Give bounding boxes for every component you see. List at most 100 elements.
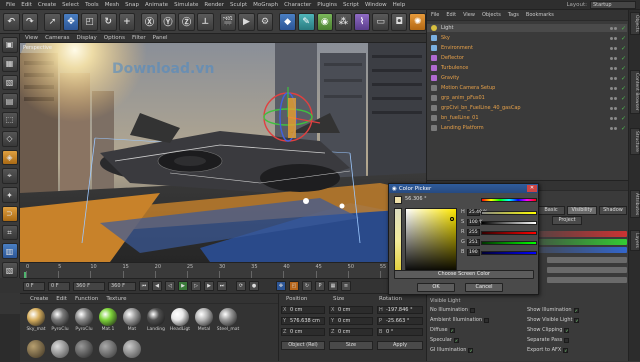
checkbox-show-illumination[interactable]: Show Illumination ✓ xyxy=(527,307,579,313)
render-visibility-dot[interactable] xyxy=(614,36,617,40)
r-field[interactable]: 255 xyxy=(467,229,480,236)
subdivision-icon[interactable]: ◉ xyxy=(316,12,334,31)
render-visibility-dot[interactable] xyxy=(614,96,617,100)
side-tab-attributes[interactable]: Attributes xyxy=(630,190,640,219)
checkbox-no-illumination[interactable]: No Illumination xyxy=(430,307,475,313)
tab-basic[interactable]: Basic xyxy=(537,206,565,215)
type-select[interactable] xyxy=(547,267,627,273)
editor-visibility-dot[interactable] xyxy=(610,126,613,130)
object-row[interactable]: Light ✓ xyxy=(427,24,627,32)
y-axis-icon[interactable]: Ⓨ xyxy=(159,12,177,31)
visibility-dots[interactable] xyxy=(610,56,617,60)
visibility-dots[interactable] xyxy=(610,106,617,110)
object-menu-view[interactable]: View xyxy=(461,12,477,18)
rot-b-field[interactable]: B0 ° xyxy=(377,328,423,336)
record-icon[interactable]: ● xyxy=(249,281,259,291)
menu-window[interactable]: Window xyxy=(362,2,390,8)
material-slot[interactable] xyxy=(98,340,118,358)
render-to-pv-icon[interactable]: ▶ xyxy=(238,12,255,31)
object-row[interactable]: Landing Platform ✓ xyxy=(427,124,627,132)
g-field[interactable]: 251 xyxy=(467,239,480,246)
z-axis-icon[interactable]: Ⓩ xyxy=(178,12,195,31)
deformer-icon[interactable]: ⌇ xyxy=(353,12,371,31)
menu-plugins[interactable]: Plugins xyxy=(314,2,340,8)
timeline[interactable]: 0510152025303540455055600 F xyxy=(20,262,426,278)
add-object-icon[interactable]: + xyxy=(118,12,136,31)
render-visibility-dot[interactable] xyxy=(614,66,617,70)
side-tab-content-browser[interactable]: Content Browser xyxy=(630,70,640,114)
end-frame-field[interactable]: 360 F xyxy=(73,281,105,291)
go-end-icon[interactable]: ⏭ xyxy=(217,281,227,291)
enabled-check-icon[interactable]: ✓ xyxy=(621,115,626,122)
checkbox-box[interactable] xyxy=(564,337,570,343)
material-slot[interactable]: PyroClu xyxy=(74,308,94,332)
material-slot[interactable] xyxy=(26,340,46,358)
keyframe-param-icon[interactable]: P xyxy=(315,281,325,291)
enabled-check-icon[interactable]: ✓ xyxy=(621,65,626,72)
max-frame-field[interactable]: 360 F xyxy=(108,281,136,291)
pen-icon[interactable]: ✎ xyxy=(297,12,315,31)
render-visibility-dot[interactable] xyxy=(614,56,617,60)
render-visibility-dot[interactable] xyxy=(614,76,617,80)
render-visibility-dot[interactable] xyxy=(614,26,617,30)
side-tab-objects[interactable]: Objects xyxy=(630,12,640,36)
intensity-slider[interactable] xyxy=(547,257,627,263)
camera-icon[interactable]: ◘ xyxy=(390,12,408,31)
editor-visibility-dot[interactable] xyxy=(610,36,613,40)
object-row[interactable]: bn_fuelLine_01 ✓ xyxy=(427,114,627,122)
render-visibility-dot[interactable] xyxy=(614,46,617,50)
color-picker-titlebar[interactable]: ◉ Color Picker ✕ xyxy=(389,184,538,193)
side-tab-layers[interactable]: Layers xyxy=(630,230,640,251)
viewport-menu-options[interactable]: Options xyxy=(104,35,125,41)
polygons-mode-icon[interactable]: ◈ xyxy=(1,149,18,166)
menu-snap[interactable]: Snap xyxy=(122,2,142,8)
g-slider[interactable] xyxy=(481,241,537,245)
visibility-dots[interactable] xyxy=(610,126,617,130)
material-menu-edit[interactable]: Edit xyxy=(56,296,67,302)
h-slider[interactable] xyxy=(481,211,537,215)
size-x-field[interactable]: X0 cm xyxy=(329,306,373,314)
menu-select[interactable]: Select xyxy=(59,2,82,8)
redo-icon[interactable]: ↷ xyxy=(21,12,39,31)
material-slot[interactable]: Metal xyxy=(194,308,214,332)
material-slot[interactable]: Mat xyxy=(122,308,142,332)
move-icon[interactable]: ✥ xyxy=(62,12,80,31)
enabled-check-icon[interactable]: ✓ xyxy=(621,95,626,102)
tweak-icon[interactable]: ✦ xyxy=(1,187,18,203)
checkbox-diffuse[interactable]: Diffuse ✓ xyxy=(430,327,455,333)
keyframe-pla-icon[interactable]: ▦ xyxy=(328,281,338,291)
layout-select[interactable]: Startup xyxy=(590,0,636,9)
editor-visibility-dot[interactable] xyxy=(610,106,613,110)
material-menu-create[interactable]: Create xyxy=(30,296,48,302)
rotate-icon[interactable]: ↻ xyxy=(99,12,117,31)
start-frame-field[interactable]: 0 F xyxy=(23,281,45,291)
object-row[interactable]: Gravity ✓ xyxy=(427,74,627,82)
enabled-check-icon[interactable]: ✓ xyxy=(621,55,626,62)
size-mode-select[interactable]: Size xyxy=(329,341,373,350)
pos-z-field[interactable]: Z0 cm xyxy=(281,328,325,336)
pos-y-field[interactable]: Y 576.638 cm xyxy=(281,317,325,325)
enabled-check-icon[interactable]: ✓ xyxy=(621,25,626,32)
brightness-strip[interactable] xyxy=(394,208,402,274)
enabled-check-icon[interactable]: ✓ xyxy=(621,75,626,82)
editor-visibility-dot[interactable] xyxy=(610,66,613,70)
lock-icon[interactable]: ▧ xyxy=(1,262,18,278)
cancel-button[interactable]: Cancel xyxy=(465,283,503,292)
coord-system-icon[interactable]: ⟂ xyxy=(196,12,214,31)
next-frame-icon[interactable]: ▷ xyxy=(191,281,201,291)
checkbox-box[interactable]: ✓ xyxy=(449,327,455,333)
prev-key-icon[interactable]: ◀ xyxy=(152,281,162,291)
light-icon[interactable]: ✺ xyxy=(409,12,427,31)
render-view-icon[interactable]: 🎬 xyxy=(219,12,237,31)
menu-simulate[interactable]: Simulate xyxy=(171,2,201,8)
checkbox-box[interactable]: ✓ xyxy=(573,307,579,313)
material-slot[interactable]: PyroClu xyxy=(50,308,70,332)
menu-script[interactable]: Script xyxy=(340,2,362,8)
object-menu-bookmarks[interactable]: Bookmarks xyxy=(524,12,556,18)
material-menu-texture[interactable]: Texture xyxy=(106,296,126,302)
b-field[interactable]: 190 xyxy=(467,249,480,256)
material-slot[interactable]: HeadLigt xyxy=(170,308,190,332)
material-slot[interactable]: Mat.1 xyxy=(98,308,118,332)
pos-x-field[interactable]: X0 cm xyxy=(281,306,325,314)
side-tab-structure[interactable]: Structure xyxy=(630,128,640,155)
